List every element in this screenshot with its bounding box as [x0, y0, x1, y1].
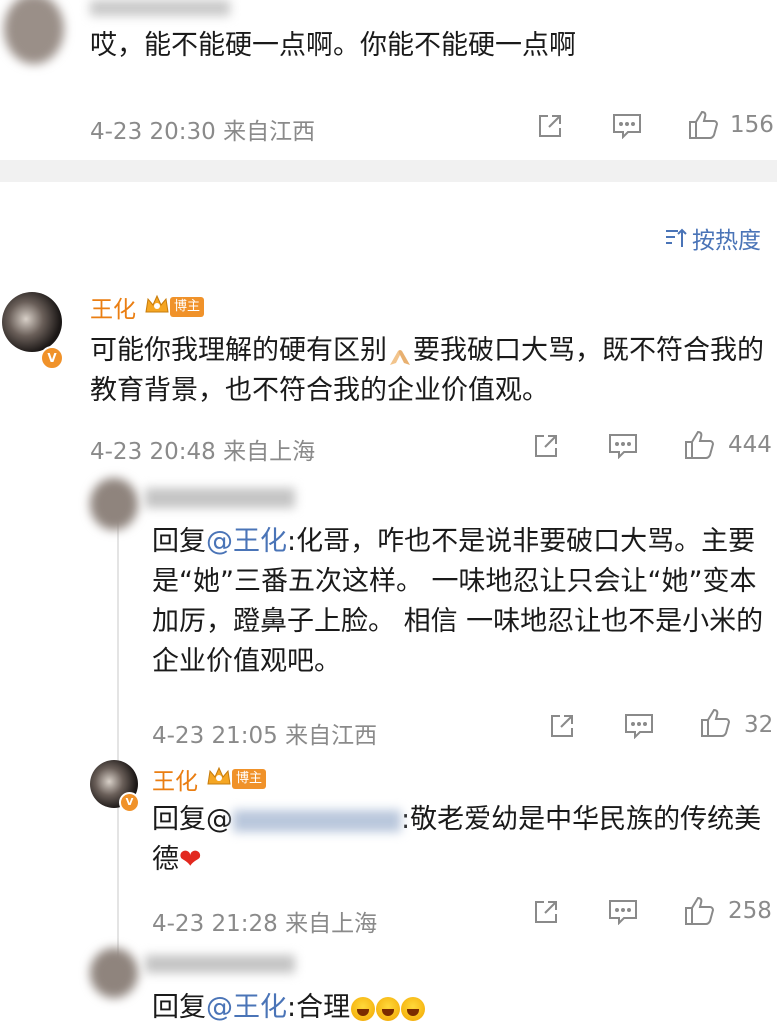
like-icon[interactable] — [684, 430, 716, 460]
main-like-count: 444 — [728, 432, 772, 458]
author-name[interactable]: 王化 — [90, 290, 136, 324]
blogger-badge: 博主 — [232, 769, 267, 789]
reply1-text: 回复@王化:化哥，咋也不是说非要破口大骂。主要是“她”三番五次这样。 一味地忍让… — [152, 522, 777, 682]
reply2-mention-redacted[interactable] — [233, 809, 401, 832]
crown-icon — [144, 294, 170, 320]
reply3-prefix: 回复 — [152, 992, 206, 1023]
author-avatar[interactable] — [2, 292, 62, 352]
share-icon[interactable] — [532, 898, 560, 926]
author-row: 王化 博主 — [90, 290, 205, 324]
share-icon[interactable] — [532, 432, 560, 460]
reply1-username-redacted — [145, 488, 295, 508]
like-icon[interactable] — [688, 110, 720, 140]
reply2-like-count: 258 — [728, 898, 772, 924]
laugh-emoji-icon — [351, 996, 376, 1021]
heart-emoji-icon: ❤ — [179, 844, 202, 875]
share-icon[interactable] — [548, 712, 576, 740]
reply2-meta: 4-23 21:28 来自上海 — [152, 911, 378, 937]
reply3-avatar[interactable] — [90, 948, 138, 998]
comment-icon[interactable] — [624, 713, 654, 739]
sort-icon — [664, 227, 688, 249]
thread-line — [117, 520, 119, 990]
crown-icon — [206, 766, 232, 792]
comment-icon[interactable] — [608, 433, 638, 459]
laugh-emoji-icon — [401, 996, 426, 1021]
reply3-mention[interactable]: @王化 — [206, 992, 287, 1023]
reply2-prefix: 回复@ — [152, 804, 233, 835]
section-divider — [0, 160, 777, 182]
laugh-emoji-icon — [376, 996, 401, 1021]
reply2-text: 回复@:敬老爱幼是中华民族的传统美德❤ — [152, 800, 762, 880]
like-icon[interactable] — [700, 708, 732, 738]
share-icon[interactable] — [536, 112, 564, 140]
top-avatar[interactable] — [4, 0, 64, 64]
reply2-author-name[interactable]: 王化 — [152, 762, 198, 796]
reply1-avatar[interactable] — [90, 478, 138, 530]
sort-label: 按热度 — [692, 228, 761, 254]
top-comment-text: 哎，能不能硬一点啊。你能不能硬一点啊 — [90, 30, 576, 61]
reply2-author-row: 王化 博主 — [152, 762, 267, 796]
reply3-body: :合理 — [287, 992, 351, 1023]
main-comment-text: 可能你我理解的硬有区别 要我破口大骂，既不符合我的教育背景，也不符合我的企业价值… — [90, 331, 770, 411]
reply3-username-redacted — [145, 955, 295, 973]
reply1-meta: 4-23 21:05 来自江西 — [152, 723, 378, 749]
top-like-count: 156 — [730, 112, 774, 138]
reply1-mention[interactable]: @王化 — [206, 526, 287, 557]
verified-badge-icon: V — [119, 792, 140, 813]
reply3-text: 回复@王化:合理 — [152, 988, 426, 1028]
reply1-prefix: 回复 — [152, 526, 206, 557]
like-icon[interactable] — [684, 896, 716, 926]
sort-button[interactable]: 按热度 — [664, 221, 761, 255]
verified-badge-icon: V — [40, 346, 64, 370]
pray-emoji-icon — [387, 341, 413, 365]
comment-icon[interactable] — [608, 899, 638, 925]
blogger-badge: 博主 — [170, 297, 205, 317]
top-username-redacted — [90, 0, 230, 16]
main-comment-text-part1: 可能你我理解的硬有区别 — [90, 335, 387, 366]
top-comment-meta: 4-23 20:30 来自江西 — [90, 119, 316, 145]
reply1-like-count: 32 — [744, 712, 774, 738]
main-comment-meta: 4-23 20:48 来自上海 — [90, 439, 316, 465]
comment-icon[interactable] — [612, 113, 642, 139]
